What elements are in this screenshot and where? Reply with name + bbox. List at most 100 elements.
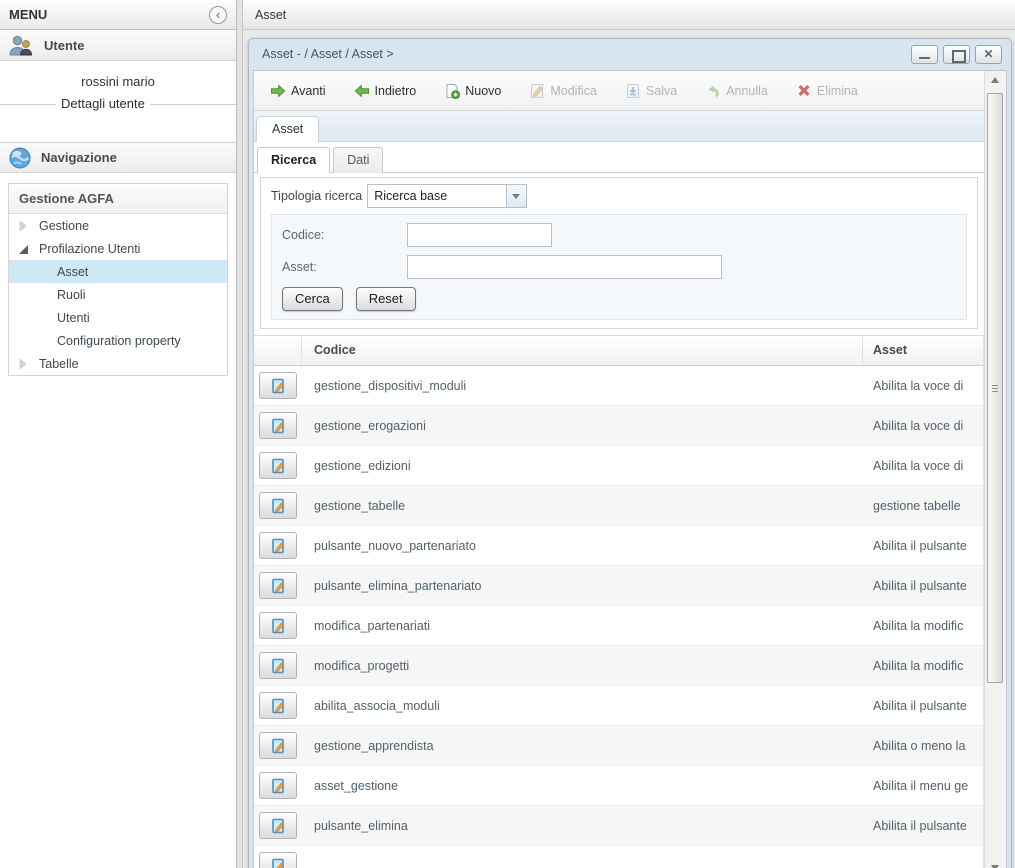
row-asset: Abilita la voce di: [863, 419, 983, 433]
scrollbar-thumb[interactable]: [987, 93, 1003, 683]
tree-item-label: Gestione: [39, 219, 89, 233]
maximize-button[interactable]: [943, 45, 970, 64]
tree-item-label: Tabelle: [39, 357, 79, 371]
vertical-scrollbar[interactable]: [984, 71, 1006, 868]
edit-row-button[interactable]: [259, 812, 297, 839]
subtab[interactable]: Dati: [333, 147, 383, 173]
edit-row-button[interactable]: [259, 532, 297, 559]
reset-button[interactable]: Reset: [356, 287, 416, 311]
user-section-title: Utente: [44, 38, 84, 53]
scroll-down-arrow-icon[interactable]: [985, 859, 1006, 868]
users-icon: [8, 34, 35, 56]
toolbar-button-label: Elimina: [817, 84, 858, 98]
navigation-panel: Gestione AGFA Gestione Profilazione Uten…: [0, 173, 236, 386]
row-asset: Abilita il pulsante: [863, 579, 983, 593]
search-type-combobox[interactable]: Ricerca base: [367, 184, 527, 208]
row-asset: Abilita la modific: [863, 619, 983, 633]
edit-row-button[interactable]: [259, 772, 297, 799]
row-asset: Abilita o meno la: [863, 739, 983, 753]
search-fieldset: Codice: Asset: Cerca Reset: [271, 214, 967, 320]
edit-row-icon: [270, 498, 286, 514]
edit-row-icon: [270, 538, 286, 554]
row-asset: Abilita il pulsante: [863, 699, 983, 713]
user-details-label[interactable]: Dettagli utente: [56, 96, 150, 111]
chevron-left-icon[interactable]: ‹: [209, 6, 227, 24]
tree-item-label: Configuration property: [57, 334, 181, 348]
tree-item[interactable]: Utenti: [9, 306, 227, 329]
subtab[interactable]: Ricerca: [257, 147, 330, 173]
tree-item-label: Asset: [57, 265, 88, 279]
tree-panel: Gestione AGFA Gestione Profilazione Uten…: [8, 183, 228, 376]
toolbar-button-label: Annulla: [726, 84, 768, 98]
chevron-down-icon[interactable]: [506, 185, 526, 207]
edit-row-button[interactable]: [259, 452, 297, 479]
table-row: pulsante_elimina_partenariato Abilita il…: [254, 566, 983, 606]
edit-row-icon: [270, 738, 286, 754]
edit-row-icon: [270, 658, 286, 674]
asset-input[interactable]: [407, 255, 722, 279]
window-body: Avanti Indietro Nuovo Modifica Salva Ann…: [253, 70, 1007, 868]
row-asset: Abilita la voce di: [863, 459, 983, 473]
row-codice: modifica_partenariati: [302, 619, 863, 633]
navigation-tree: Gestione Profilazione Utenti Asset Ruoli…: [9, 214, 227, 375]
toolbar-button[interactable]: Modifica: [523, 79, 603, 103]
minimize-button[interactable]: [911, 45, 938, 64]
asset-panel: RicercaDati Tipologia ricerca Ricerca ba…: [254, 142, 984, 868]
edit-row-button[interactable]: [259, 612, 297, 639]
tree-item[interactable]: Ruoli: [9, 283, 227, 306]
tree-expander-icon[interactable]: [18, 358, 30, 370]
edit-row-button[interactable]: [259, 652, 297, 679]
edit-row-button[interactable]: [259, 852, 297, 868]
table-row: gestione_apprendista Abilita o meno la: [254, 726, 983, 766]
close-button[interactable]: ✕: [975, 45, 1002, 64]
scroll-up-arrow-icon[interactable]: [985, 71, 1006, 89]
tree-item[interactable]: Profilazione Utenti: [9, 237, 227, 260]
row-codice: gestione_apprendista: [302, 739, 863, 753]
toolbar-button[interactable]: Indietro: [348, 79, 423, 103]
search-button[interactable]: Cerca: [282, 287, 343, 311]
table-row: pulsante_nuovo_partenariato Abilita il p…: [254, 526, 983, 566]
toolbar-button[interactable]: Avanti: [264, 79, 332, 103]
toolbar-button-label: Avanti: [291, 84, 326, 98]
window-titlebar[interactable]: Asset - / Asset / Asset > ✕: [249, 39, 1011, 69]
grid-header-icon-col[interactable]: [254, 336, 302, 365]
edit-icon: [529, 83, 545, 99]
user-section-header[interactable]: Utente: [0, 30, 236, 61]
edit-row-button[interactable]: [259, 692, 297, 719]
navigation-section-header[interactable]: Navigazione: [0, 142, 236, 173]
edit-row-button[interactable]: [259, 412, 297, 439]
table-row: modifica_progetti Abilita la modific: [254, 646, 983, 686]
grid-header-asset[interactable]: Asset: [863, 336, 983, 365]
arrow-left-icon: [354, 83, 370, 99]
tree-item[interactable]: Tabelle: [9, 352, 227, 375]
toolbar-button[interactable]: Salva: [619, 79, 683, 103]
edit-row-button[interactable]: [259, 572, 297, 599]
tree-item[interactable]: Asset: [9, 260, 227, 283]
search-type-label: Tipologia ricerca: [271, 189, 362, 203]
tree-item[interactable]: Configuration property: [9, 329, 227, 352]
row-codice: abilita_associa_moduli: [302, 699, 863, 713]
edit-row-button[interactable]: [259, 732, 297, 759]
toolbar-button-label: Modifica: [550, 84, 597, 98]
tab-asset[interactable]: Asset: [256, 116, 319, 142]
tree-expander-icon[interactable]: [18, 220, 30, 232]
tab-asset-header[interactable]: Asset: [243, 0, 1015, 30]
toolbar-button[interactable]: Annulla: [699, 79, 774, 103]
grid-header: Codice Asset: [254, 336, 983, 366]
tree-expander-icon[interactable]: [18, 243, 30, 255]
sidebar: MENU ‹ Utente rossini mario Dettagli ute…: [0, 0, 237, 868]
undo-icon: [705, 83, 721, 99]
panel-tabstrip: Asset: [254, 111, 984, 142]
edit-row-button[interactable]: [259, 492, 297, 519]
toolbar-button[interactable]: Nuovo: [438, 79, 507, 103]
tree-item[interactable]: Gestione: [9, 214, 227, 237]
codice-input[interactable]: [407, 223, 552, 247]
edit-row-icon: [270, 618, 286, 634]
toolbar-button[interactable]: Elimina: [790, 79, 864, 103]
search-panel: Tipologia ricerca Ricerca base Codice:: [260, 177, 978, 329]
grid-header-codice[interactable]: Codice: [302, 336, 863, 365]
edit-row-button[interactable]: [259, 372, 297, 399]
window-title: Asset - / Asset / Asset >: [262, 47, 906, 61]
tree-item-label: Ruoli: [57, 288, 86, 302]
tree-item-label: Utenti: [57, 311, 90, 325]
